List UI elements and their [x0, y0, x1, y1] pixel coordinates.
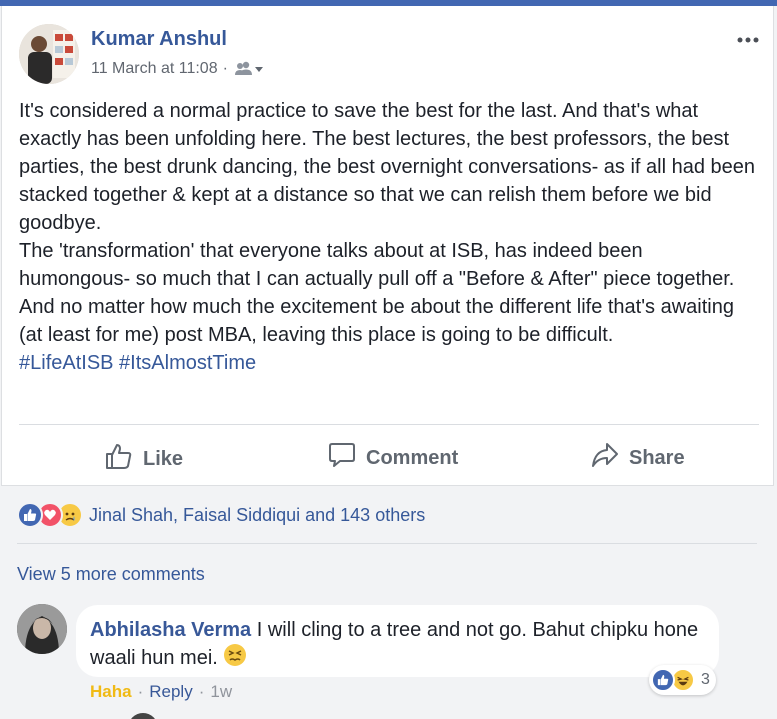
- post-paragraph: It's considered a normal practice to sav…: [19, 100, 756, 234]
- post-actions-bar: Like Comment Share: [19, 431, 759, 487]
- friends-icon[interactable]: [234, 61, 264, 77]
- actions-divider: [19, 424, 759, 425]
- post-meta: 11 March at 11:08 ·: [91, 60, 264, 78]
- separator: ·: [198, 682, 205, 701]
- like-reaction-icon: [651, 668, 675, 692]
- share-arrow-icon: [591, 441, 619, 475]
- more-options-icon[interactable]: [737, 24, 759, 50]
- post-hashtags[interactable]: #LifeAtISB #ItsAlmostTime: [19, 349, 759, 377]
- comment-label: Comment: [366, 446, 459, 469]
- comment-bubble: Abhilasha Verma I will cling to a tree a…: [76, 605, 719, 677]
- author-avatar[interactable]: [19, 24, 79, 84]
- comments-divider: [17, 543, 757, 544]
- separator: ·: [137, 682, 144, 701]
- next-comment-avatar[interactable]: [128, 713, 158, 719]
- post-paragraph: The 'transformation' that everyone talks…: [19, 240, 735, 346]
- post-card: Kumar Anshul 11 March at 11:08 · It's co…: [1, 6, 774, 486]
- comment-button[interactable]: Comment: [328, 441, 458, 475]
- like-label: Like: [143, 447, 184, 470]
- like-button[interactable]: Like: [103, 441, 183, 477]
- post-body: It's considered a normal practice to sav…: [19, 97, 759, 377]
- post-author-name[interactable]: Kumar Anshul: [91, 28, 227, 51]
- comment-bubble-icon: [328, 441, 356, 475]
- comment-author[interactable]: Abhilasha Verma: [90, 619, 251, 641]
- comment-haha-reaction[interactable]: Haha: [90, 682, 132, 702]
- comment-actions: Haha · Reply · 1w: [90, 682, 232, 702]
- comment-reaction-count: 3: [701, 671, 710, 688]
- persevering-face-emoji: [223, 643, 247, 674]
- post-timestamp[interactable]: 11 March at 11:08: [91, 60, 218, 78]
- reactions-names[interactable]: Jinal Shah, Faisal Siddiqui and 143 othe…: [89, 505, 425, 526]
- commenter-avatar[interactable]: [17, 604, 67, 654]
- comment-reactions[interactable]: 3: [649, 665, 716, 695]
- share-label: Share: [629, 446, 685, 469]
- like-reaction-icon: [17, 502, 43, 528]
- reactions-summary[interactable]: Jinal Shah, Faisal Siddiqui and 143 othe…: [17, 500, 425, 530]
- thumbs-up-icon: [103, 441, 133, 477]
- comment-time[interactable]: 1w: [210, 682, 232, 702]
- meta-separator: ·: [222, 60, 228, 77]
- comment-reply-link[interactable]: Reply: [149, 682, 192, 702]
- share-button[interactable]: Share: [591, 441, 685, 475]
- view-more-comments-link[interactable]: View 5 more comments: [17, 564, 205, 585]
